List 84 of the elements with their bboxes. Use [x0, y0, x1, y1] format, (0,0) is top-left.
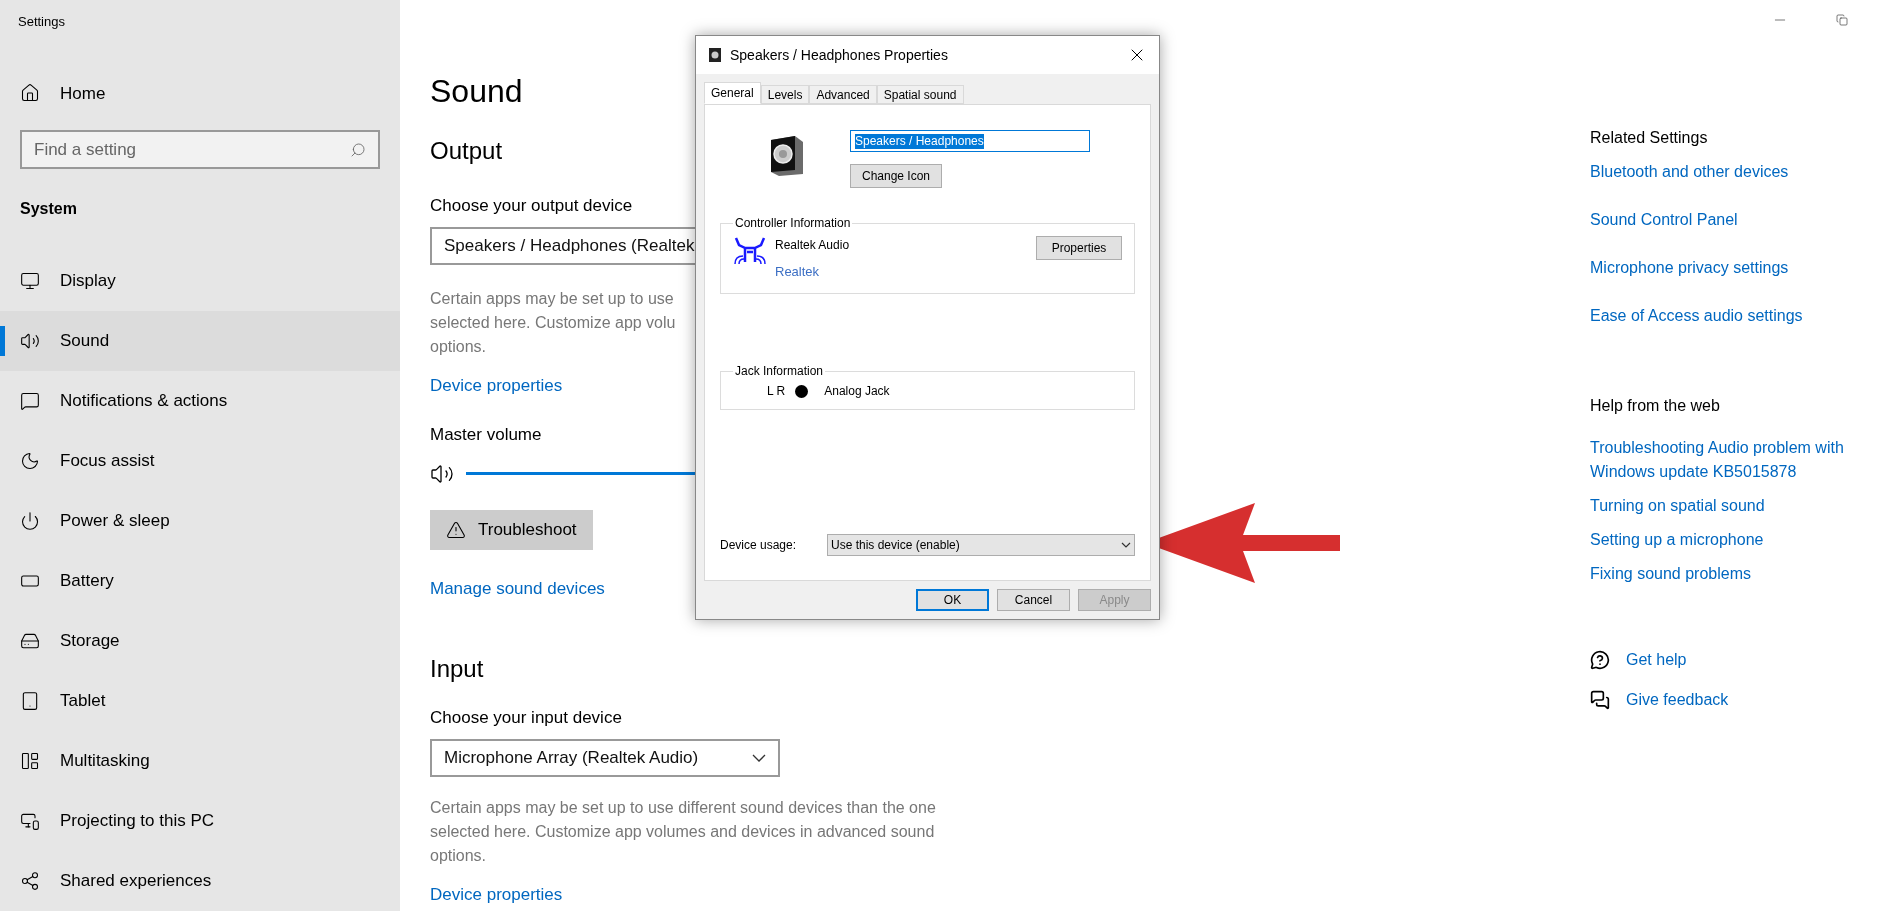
- usage-dropdown[interactable]: Use this device (enable): [827, 534, 1135, 556]
- channel-text: L R: [767, 383, 786, 400]
- dialog-tab[interactable]: General: [704, 82, 761, 104]
- home-icon: [20, 83, 40, 104]
- controller-name: Realtek Audio: [775, 237, 851, 254]
- device-properties-link[interactable]: Device properties: [430, 372, 563, 398]
- feedback-icon: [1590, 690, 1610, 710]
- nav-item[interactable]: Notifications & actions: [0, 371, 400, 431]
- drive-icon: [20, 631, 40, 651]
- projector-icon: [20, 811, 40, 831]
- selection-bar: [0, 326, 5, 356]
- related-link[interactable]: Microphone privacy settings: [1590, 256, 1789, 280]
- section-heading: Input: [430, 654, 484, 684]
- group-heading: Jack Information: [734, 363, 825, 380]
- search-icon: [350, 141, 366, 158]
- manage-devices-link[interactable]: Manage sound devices: [430, 575, 605, 601]
- related-heading: Related Settings: [1590, 128, 1709, 148]
- moon-icon: [20, 451, 40, 471]
- tablet-icon: [20, 691, 40, 711]
- dialog-title: Speakers / Headphones Properties: [730, 45, 949, 65]
- section-heading: Output: [430, 136, 503, 166]
- nav-item[interactable]: Sound: [0, 311, 400, 371]
- help-link[interactable]: Troubleshooting Audio problem with Windows update KB5015878: [1590, 436, 1878, 484]
- name-field[interactable]: Speakers / Headphones: [850, 130, 1090, 152]
- nav-item[interactable]: Battery: [0, 551, 400, 611]
- description-text: options.: [430, 845, 488, 866]
- device-properties-link[interactable]: Device properties: [430, 881, 563, 907]
- restore-icon[interactable]: [1836, 14, 1848, 26]
- description-text: Certain apps may be set up to use different sound devices than the one: [430, 797, 937, 818]
- help-link[interactable]: Fixing sound problems: [1590, 562, 1751, 586]
- volume-label: Master volume: [430, 424, 542, 446]
- group-heading: Controller Information: [734, 215, 852, 232]
- help-heading: Help from the web: [1590, 396, 1721, 416]
- nav-item[interactable]: Storage: [0, 611, 400, 671]
- chevron-icon: [752, 753, 766, 762]
- description-text: Certain apps may be set up to use: [430, 288, 675, 309]
- properties-button[interactable]: Properties: [1036, 236, 1122, 260]
- usage-label: Device usage:: [720, 537, 798, 554]
- related-link[interactable]: Ease of Access audio settings: [1590, 304, 1803, 328]
- support-link[interactable]: Get help: [1626, 648, 1687, 672]
- home-item[interactable]: Home: [20, 80, 400, 106]
- troubleshoot-button[interactable]: Troubleshoot: [430, 509, 593, 550]
- nav-item[interactable]: Shared experiences: [0, 851, 400, 911]
- dialog-tab[interactable]: Advanced: [809, 85, 877, 104]
- nav-item[interactable]: Display: [0, 251, 400, 311]
- dialog-tab[interactable]: Levels: [760, 85, 810, 104]
- speaker-icon: [20, 331, 40, 351]
- monitor-icon: [20, 271, 40, 291]
- nav-item[interactable]: Power & sleep: [0, 491, 400, 551]
- change-icon-button[interactable]: Change Icon: [850, 164, 942, 188]
- nav-item[interactable]: Tablet: [0, 671, 400, 731]
- power-icon: [20, 511, 40, 531]
- warning-icon: [446, 519, 466, 540]
- message-icon: [20, 391, 40, 411]
- dialog-button[interactable]: OK: [916, 589, 989, 611]
- jack-type: Analog Jack: [824, 383, 890, 400]
- speaker-icon: [708, 47, 722, 63]
- nav-item[interactable]: Multitasking: [0, 731, 400, 791]
- description-text: selected here. Customize app volumes and devices in advanced sound: [430, 821, 936, 842]
- multitasking-icon: [20, 751, 40, 771]
- dialog-tab[interactable]: Spatial sound: [876, 85, 964, 104]
- app-title: Settings: [18, 13, 66, 31]
- field-label: Choose your output device: [430, 195, 633, 217]
- vendor-link[interactable]: Realtek: [775, 262, 820, 282]
- help-link[interactable]: Setting up a microphone: [1590, 528, 1764, 552]
- field-label: Choose your input device: [430, 707, 622, 729]
- help-icon: [1590, 650, 1610, 670]
- chevron-icon: [1121, 542, 1131, 548]
- support-link[interactable]: Give feedback: [1626, 688, 1729, 712]
- page-title: Sound: [430, 72, 523, 111]
- related-link[interactable]: Sound Control Panel: [1590, 208, 1738, 232]
- section-heading: System: [20, 199, 78, 219]
- device-dropdown[interactable]: Microphone Array (Realtek Audio): [430, 738, 780, 777]
- description-text: selected here. Customize app volu: [430, 312, 677, 333]
- nav-item[interactable]: Focus assist: [0, 431, 400, 491]
- description-text: options.: [430, 336, 488, 357]
- dialog-button[interactable]: Cancel: [997, 589, 1070, 611]
- realtek-logo: [733, 236, 767, 266]
- share-icon: [20, 871, 40, 891]
- search-field[interactable]: Find a setting: [20, 130, 380, 169]
- nav-item[interactable]: Projecting to this PC: [0, 791, 400, 851]
- related-link[interactable]: Bluetooth and other devices: [1590, 160, 1789, 184]
- search-input[interactable]: Find a setting: [34, 136, 350, 163]
- help-link[interactable]: Turning on spatial sound: [1590, 494, 1765, 518]
